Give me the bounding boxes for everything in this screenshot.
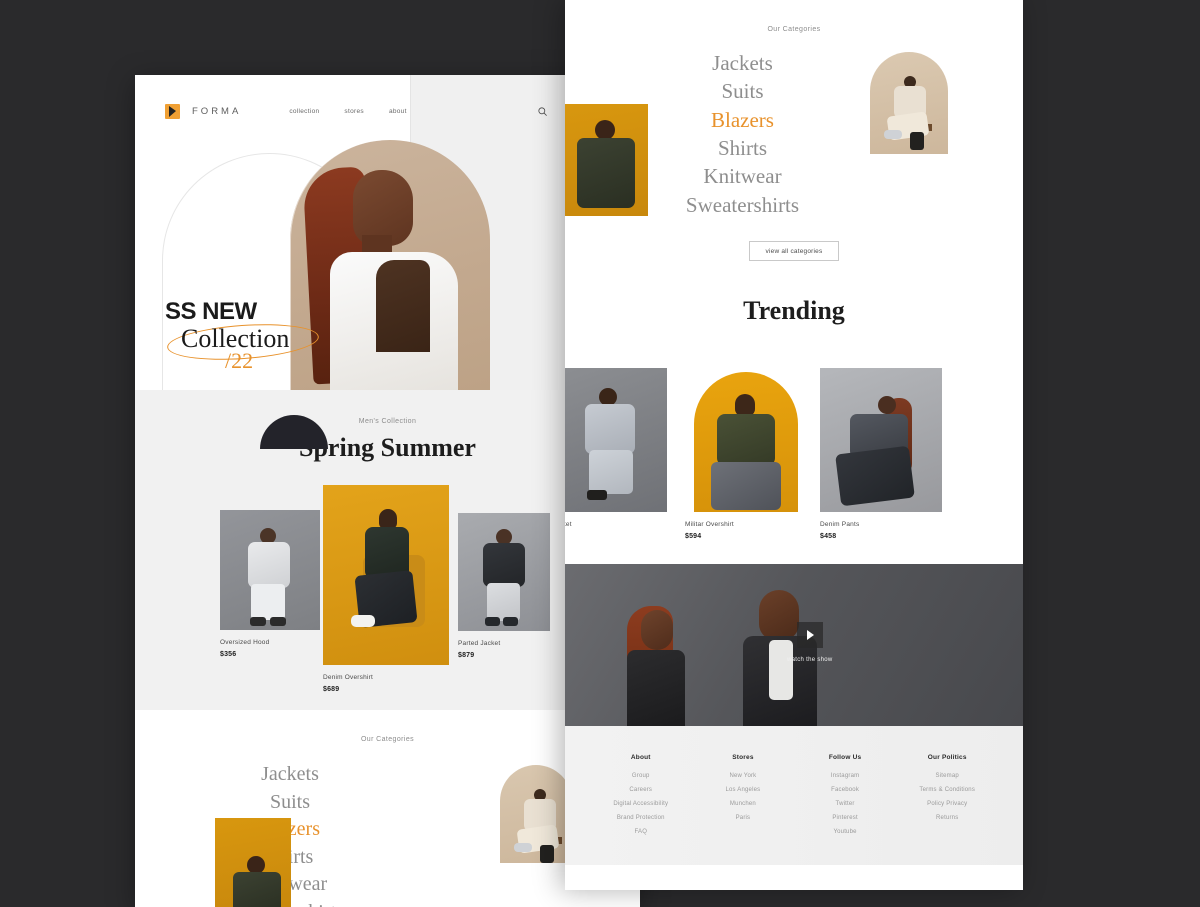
footer-link[interactable]: Paris — [697, 815, 789, 821]
footer-link[interactable]: Careers — [595, 787, 687, 793]
category-orange-photo — [215, 818, 291, 907]
footer-link[interactable]: FAQ — [595, 829, 687, 835]
product-name: cket — [565, 521, 572, 528]
footer-link[interactable]: Twitter — [799, 801, 891, 807]
trending-section: Trending cket — [565, 282, 1023, 726]
footer-link[interactable]: Policy Privacy — [901, 801, 993, 807]
footer-link[interactable]: Brand Protection — [595, 815, 687, 821]
footer-column-about: About Group Careers Digital Accessibilit… — [595, 754, 687, 843]
trending-card[interactable]: cket — [565, 368, 667, 533]
footer-column-title: About — [630, 754, 651, 761]
categories-section-right: Our Categories Jackets Suits Blazers Shi… — [565, 0, 1023, 282]
category-item-jackets[interactable]: Jackets — [565, 49, 920, 77]
search-icon[interactable] — [537, 106, 548, 117]
footer-link[interactable]: Munchen — [697, 801, 789, 807]
product-image — [820, 368, 942, 512]
category-arch-photo — [500, 765, 572, 863]
product-name: Denim Overshirt — [323, 674, 373, 681]
product-price: $458 — [820, 533, 837, 540]
product-price: $879 — [458, 652, 475, 659]
categories-eyebrow: Our Categories — [767, 26, 821, 33]
product-name: Militar Overshirt — [685, 521, 734, 528]
product-name: Parted Jacket — [458, 640, 501, 647]
category-arch-photo — [870, 52, 948, 154]
view-all-categories-button[interactable]: view all categories — [749, 241, 839, 262]
hero-copy: SS NEW Collection /22 — [165, 298, 321, 374]
mockup-panel-right: Our Categories Jackets Suits Blazers Shi… — [565, 0, 1023, 890]
hero-line-2-wrap: Collection — [165, 319, 321, 365]
footer-link[interactable]: New York — [697, 773, 789, 779]
footer-link[interactable]: Terms & Conditions — [901, 787, 993, 793]
footer-link[interactable]: Sitemap — [901, 773, 993, 779]
product-image — [685, 368, 807, 512]
footer-column-our-politics: Our Politics Sitemap Terms & Conditions … — [901, 754, 993, 843]
nav-item-stores[interactable]: stores — [344, 108, 364, 115]
footer-link[interactable]: Instagram — [799, 773, 891, 779]
product-price: $689 — [323, 686, 340, 693]
product-image — [323, 485, 449, 665]
product-name: Oversized Hood — [220, 639, 270, 646]
footer-link[interactable]: Youtube — [799, 829, 891, 835]
footer-link[interactable]: Facebook — [799, 787, 891, 793]
footer-column-title: Our Politics — [927, 754, 967, 761]
product-image — [458, 513, 550, 631]
trending-product-row: cket Militar Overshirt $594 — [565, 368, 1023, 540]
nav-item-about[interactable]: about — [389, 108, 407, 115]
category-orange-photo — [565, 104, 648, 216]
hero-line-2: Collection — [181, 324, 290, 353]
play-icon[interactable] — [796, 622, 823, 648]
trending-card[interactable]: Militar Overshirt $594 — [685, 368, 807, 540]
product-image — [220, 510, 320, 630]
video-caption: watch the show — [787, 657, 833, 663]
category-item-jackets[interactable]: Jackets — [135, 761, 445, 789]
trending-card[interactable]: Denim Pants $458 — [820, 368, 942, 540]
footer-link[interactable]: Pinterest — [799, 815, 891, 821]
logo-mark-icon — [165, 103, 180, 119]
trending-title: Trending — [743, 296, 845, 325]
video-play-group[interactable]: watch the show — [787, 622, 833, 663]
hero-model-photo — [290, 140, 490, 390]
product-image — [565, 368, 667, 512]
product-card[interactable]: Oversized Hood $356 — [220, 510, 320, 658]
product-name: Denim Pants — [820, 521, 860, 528]
mockup-canvas: Z 早道大咖 IAMDK.TAOBAO FORMA collection sto… — [0, 0, 1200, 907]
logo[interactable]: FORMA — [165, 103, 242, 119]
brand-name: FORMA — [192, 105, 242, 117]
product-price: $356 — [220, 651, 237, 658]
product-card[interactable]: Parted Jacket $879 — [458, 513, 550, 659]
footer-link[interactable]: Los Angeles — [697, 787, 789, 793]
category-item-suits[interactable]: Suits — [135, 789, 445, 817]
category-item-suits[interactable]: Suits — [565, 77, 920, 105]
footer-column-stores: Stores New York Los Angeles Munchen Pari… — [697, 754, 789, 843]
footer-column-title: Stores — [732, 754, 754, 761]
hero-line-1: SS NEW — [165, 298, 257, 325]
footer-link[interactable]: Digital Accessibility — [595, 801, 687, 807]
product-price: $594 — [685, 533, 702, 540]
video-figure-left — [627, 598, 685, 726]
video-banner[interactable]: watch the show — [565, 564, 1023, 726]
footer-link[interactable]: Group — [595, 773, 687, 779]
main-nav: collection stores about — [289, 108, 406, 115]
footer-column-title: Follow Us — [828, 754, 862, 761]
nav-item-collection[interactable]: collection — [289, 108, 319, 115]
site-footer: About Group Careers Digital Accessibilit… — [565, 726, 1023, 865]
product-card[interactable]: Denim Overshirt $689 — [323, 485, 449, 693]
footer-column-follow-us: Follow Us Instagram Facebook Twitter Pin… — [799, 754, 891, 843]
footer-link[interactable]: Returns — [901, 815, 993, 821]
